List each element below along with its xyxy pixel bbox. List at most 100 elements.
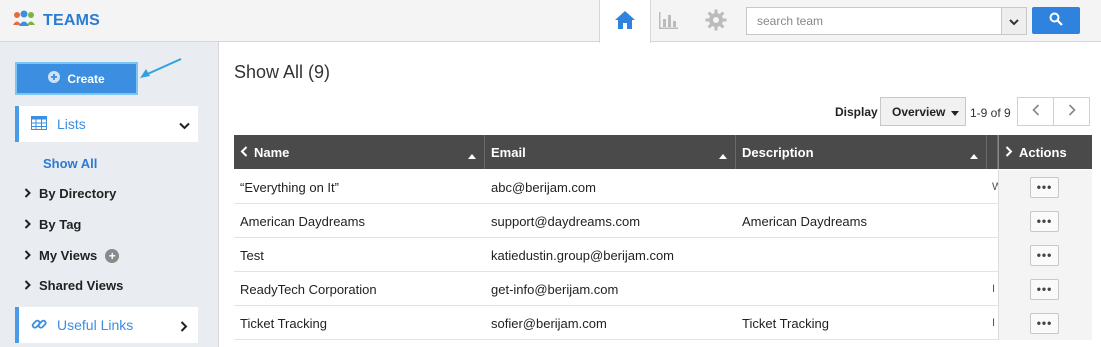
chevron-right-icon xyxy=(24,248,31,263)
cell-email: get-info@berijam.com xyxy=(491,281,619,297)
cell-email: abc@berijam.com xyxy=(491,179,596,195)
cell-actions: ••• xyxy=(998,238,1092,272)
cell-name[interactable]: Test xyxy=(234,238,485,272)
create-label: Create xyxy=(67,71,105,86)
useful-links-panel[interactable]: Useful Links xyxy=(15,307,198,343)
table-row[interactable]: American Daydreams support@daydreams.com… xyxy=(234,204,1092,238)
row-actions-button[interactable]: ••• xyxy=(1030,176,1059,198)
sidebar-item-label: My Views xyxy=(39,248,98,263)
add-view-icon[interactable]: + xyxy=(105,248,120,263)
plus-circle-icon xyxy=(48,71,61,86)
cell-name[interactable]: ReadyTech Corporation xyxy=(234,272,485,306)
cell-actions: ••• xyxy=(998,272,1092,306)
sort-asc-icon xyxy=(970,147,978,162)
cell-description: Ticket Tracking xyxy=(742,315,829,331)
cell-actions: ••• xyxy=(998,170,1092,204)
cell-email: katiedustin.group@berijam.com xyxy=(491,247,675,263)
useful-links-label: Useful Links xyxy=(57,317,134,333)
search-button[interactable] xyxy=(1032,7,1080,34)
column-header-actions: Actions xyxy=(998,135,1092,169)
next-page-button[interactable] xyxy=(1053,97,1090,126)
sidebar-item-label: Show All xyxy=(43,156,98,171)
cell-truncated xyxy=(987,238,998,272)
table-row[interactable]: ReadyTech Corporation get-info@berijam.c… xyxy=(234,272,1092,306)
chevron-down-icon xyxy=(1009,14,1019,29)
chevron-right-icon[interactable] xyxy=(1005,145,1013,160)
create-button[interactable]: Create xyxy=(15,62,138,95)
chevron-right-icon xyxy=(24,186,31,201)
gear-icon xyxy=(704,8,728,35)
chevron-right-icon xyxy=(1068,104,1076,119)
prev-page-button[interactable] xyxy=(1017,97,1054,126)
top-bar: TEAMS search team xyxy=(0,0,1101,43)
cell-actions: ••• xyxy=(998,306,1092,340)
cell-truncated: I xyxy=(992,283,996,295)
row-actions-button[interactable]: ••• xyxy=(1030,244,1059,266)
table-row[interactable]: Test katiedustin.group@berijam.com ••• xyxy=(234,238,1092,272)
column-header-description[interactable]: Description xyxy=(736,135,987,169)
sidebar-item-by-directory[interactable]: By Directory xyxy=(24,186,116,201)
cell-truncated: I xyxy=(992,317,996,329)
cell-actions: ••• xyxy=(998,204,1092,238)
sidebar-item-by-tag[interactable]: By Tag xyxy=(24,217,81,232)
display-value: Overview xyxy=(892,104,946,119)
display-label: Display xyxy=(835,105,878,119)
sidebar-item-show-all[interactable]: Show All xyxy=(43,156,97,171)
sidebar-item-label: By Directory xyxy=(39,186,117,201)
cell-description xyxy=(736,170,987,204)
column-label: Description xyxy=(742,144,814,160)
cell-name[interactable]: “Everything on It” xyxy=(234,170,485,204)
sort-asc-icon xyxy=(468,147,476,162)
cell-email: support@daydreams.com xyxy=(491,213,641,229)
cell-description xyxy=(736,238,987,272)
row-actions-button[interactable]: ••• xyxy=(1030,278,1059,300)
sidebar-item-label: By Tag xyxy=(39,217,82,232)
chevron-left-icon xyxy=(1031,104,1040,119)
reports-tab[interactable] xyxy=(642,0,694,42)
chevron-right-icon xyxy=(180,320,188,335)
sort-asc-icon xyxy=(719,147,727,162)
cell-name[interactable]: American Daydreams xyxy=(234,204,485,238)
cell-truncated: W xyxy=(992,181,998,193)
row-actions-button[interactable]: ••• xyxy=(1030,210,1059,232)
chevron-right-icon xyxy=(24,217,31,232)
column-label: Actions xyxy=(1019,144,1067,160)
cell-name[interactable]: Ticket Tracking xyxy=(234,306,485,340)
column-header-truncated xyxy=(987,135,998,169)
table-grid-icon xyxy=(31,115,47,133)
sidebar-item-label: Shared Views xyxy=(39,278,124,293)
caret-down-icon xyxy=(951,105,960,119)
app-title: TEAMS xyxy=(43,11,100,29)
lists-label: Lists xyxy=(57,116,86,132)
settings-tab[interactable] xyxy=(690,0,742,42)
sidebar-item-shared-views[interactable]: Shared Views xyxy=(24,278,123,293)
cell-description: American Daydreams xyxy=(742,213,867,229)
cell-truncated xyxy=(987,204,998,238)
table-row[interactable]: “Everything on It” abc@berijam.com W ••• xyxy=(234,170,1092,204)
link-icon xyxy=(31,316,47,335)
column-label: Email xyxy=(491,144,526,160)
column-header-name[interactable]: Name xyxy=(234,135,485,169)
search-filter-dropdown[interactable] xyxy=(1001,7,1027,35)
table-row[interactable]: Ticket Tracking sofier@berijam.com Ticke… xyxy=(234,306,1092,340)
lists-panel[interactable]: Lists xyxy=(15,106,198,142)
column-label: Name xyxy=(254,144,290,160)
search-input[interactable]: search team xyxy=(746,7,1002,35)
brand[interactable]: TEAMS xyxy=(12,9,100,32)
search-icon xyxy=(1049,12,1063,29)
chevron-right-icon xyxy=(24,278,31,293)
chevron-left-icon[interactable] xyxy=(240,145,248,160)
column-header-email[interactable]: Email xyxy=(485,135,736,169)
row-actions-button[interactable]: ••• xyxy=(1030,312,1059,334)
chevron-down-icon xyxy=(179,118,190,133)
page-title: Show All (9) xyxy=(234,62,331,82)
display-select[interactable]: Overview xyxy=(880,97,966,126)
cell-description xyxy=(736,272,987,306)
table-header: Name Email Description Actions xyxy=(234,135,1092,169)
home-icon xyxy=(614,10,636,33)
sidebar-item-my-views[interactable]: My Views + xyxy=(24,248,120,263)
teams-logo-icon xyxy=(12,9,36,32)
page-range: 1-9 of 9 xyxy=(970,106,1011,120)
bar-chart-icon xyxy=(657,10,679,33)
pointer-arrow-icon xyxy=(137,57,183,84)
